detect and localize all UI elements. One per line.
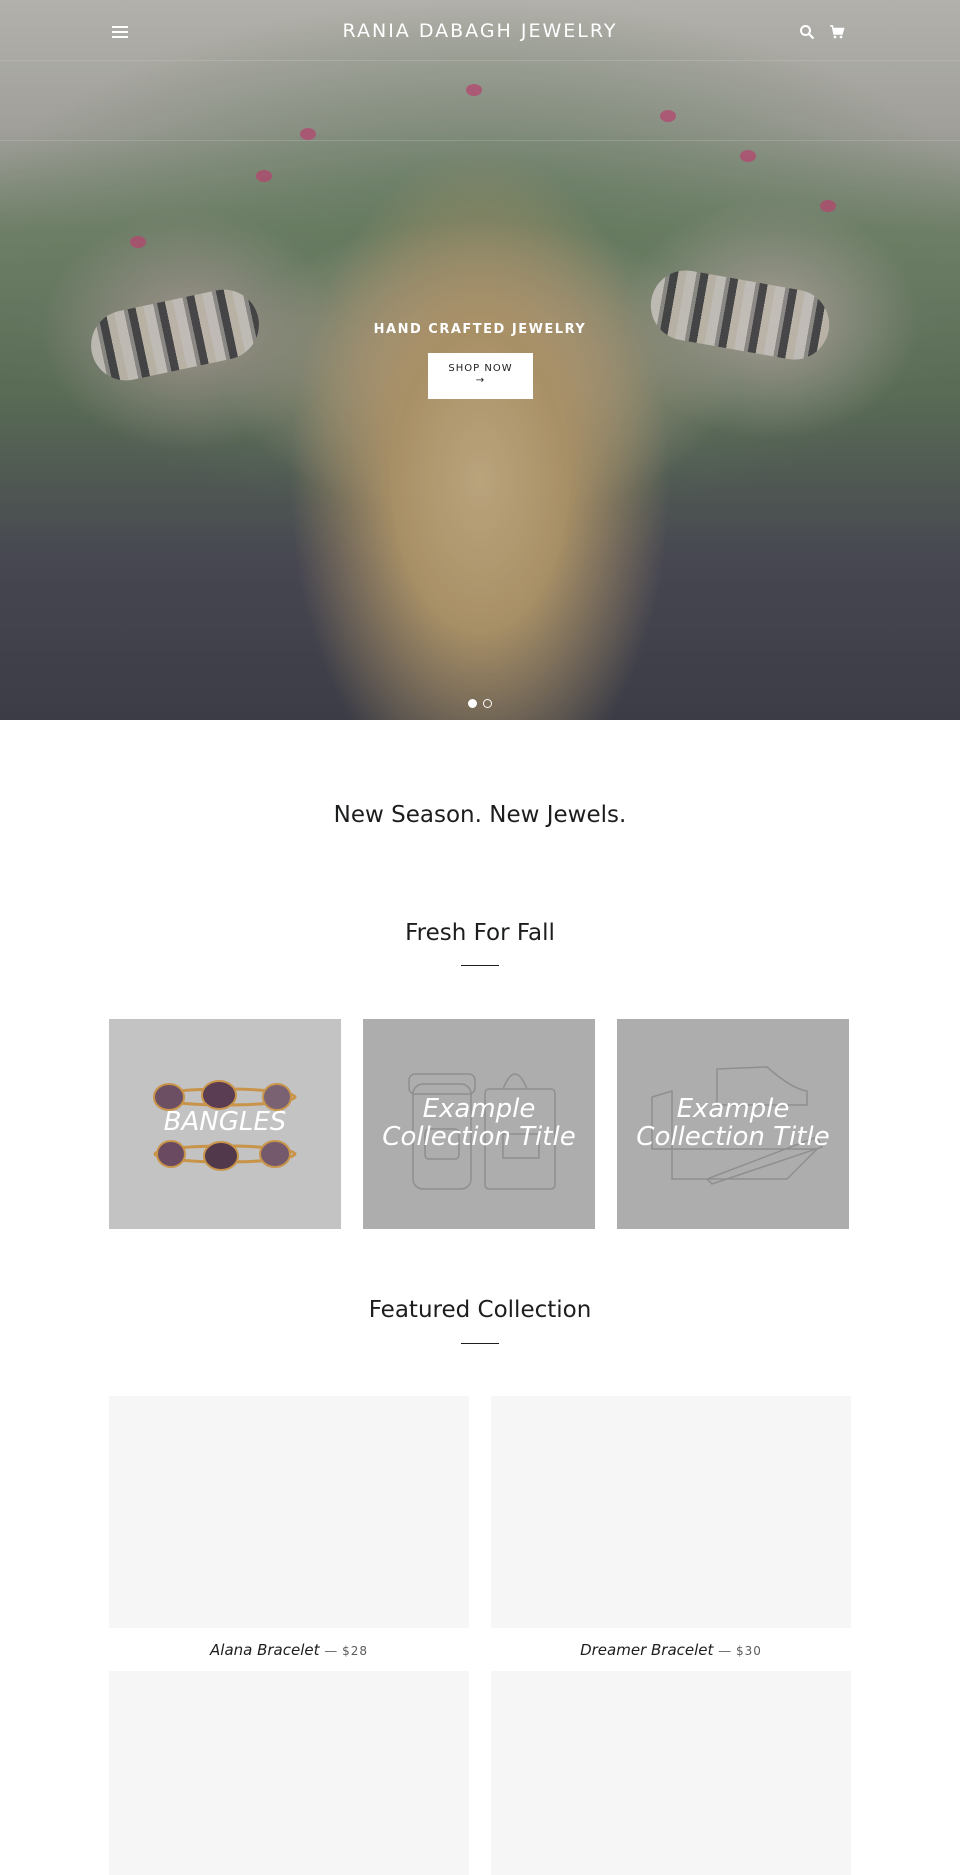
search-icon[interactable] [799,24,815,40]
product-image-alana[interactable] [109,1396,469,1628]
section-divider [461,1343,499,1344]
product-name[interactable]: Alana Bracelet [210,1641,320,1659]
hero-caption: HAND CRAFTED JEWELRY [373,322,587,337]
slide-dot-1[interactable] [468,699,477,708]
product-image[interactable] [491,1671,851,1875]
collection-tile-example-2[interactable]: Example Collection Title [617,1019,849,1229]
cart-icon[interactable] [829,24,845,40]
product-meta-alana: Alana Bracelet — $28 [109,1641,469,1659]
price-separator: — [718,1644,732,1659]
price-separator: — [324,1644,338,1659]
slide-dot-2[interactable] [483,699,492,708]
product-price: $28 [342,1644,368,1658]
collections-title: Fresh For Fall [405,920,555,946]
collection-title: Example Collection Title [382,1094,576,1152]
site-title[interactable]: RANIA DABAGH JEWELRY [0,20,960,42]
shop-now-button[interactable]: SHOP NOW → [428,353,533,399]
arrow-right-icon: → [475,375,486,386]
collection-title: Example Collection Title [636,1094,830,1152]
product-price: $30 [735,1644,762,1658]
shop-now-label: SHOP NOW [448,363,513,374]
product-image[interactable] [109,1671,469,1875]
collection-title: BANGLES [163,1107,287,1137]
product-meta-dreamer: Dreamer Bracelet — $30 [491,1641,851,1659]
product-image-dreamer[interactable] [491,1396,851,1628]
product-name[interactable]: Dreamer Bracelet [580,1641,713,1659]
section-divider [461,965,499,966]
hero-slideshow: RANIA DABAGH JEWELRY HAND CRAFTED JEWELR… [0,0,960,720]
featured-title: Featured Collection [368,1297,592,1323]
collection-tile-example-1[interactable]: Example Collection Title [363,1019,595,1229]
collection-tile-bangles[interactable]: BANGLES [109,1019,341,1229]
tagline: New Season. New Jewels. [333,802,627,828]
site-header: RANIA DABAGH JEWELRY [0,0,960,66]
